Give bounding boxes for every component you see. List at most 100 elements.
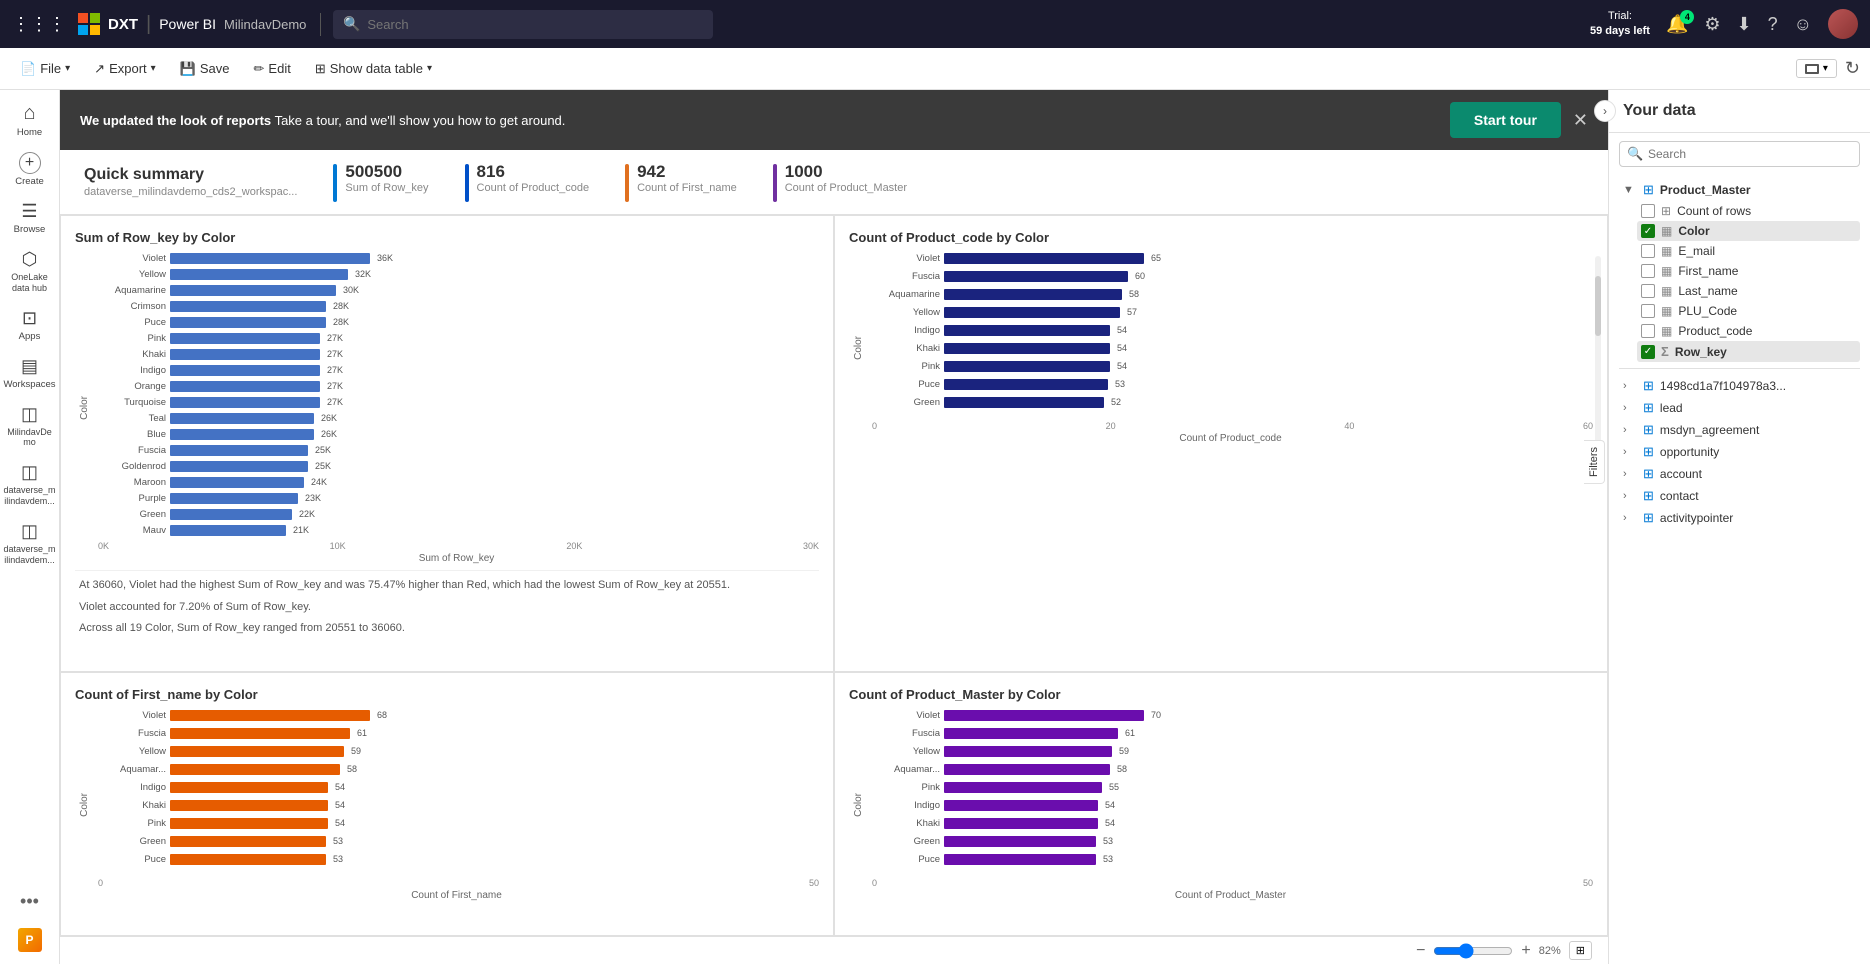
checkbox-product-code[interactable]: [1641, 324, 1655, 338]
avatar[interactable]: [1828, 9, 1858, 39]
zoom-plus-button[interactable]: +: [1521, 942, 1530, 960]
bar-value: 60: [1135, 271, 1145, 281]
chart4-area: Color Violet70Fuscia61Yellow59Aquamar...…: [849, 708, 1593, 901]
tree-root-node[interactable]: ▼ ⊞ Product_Master: [1619, 179, 1860, 201]
bar-row: Fuscia60: [868, 269, 1593, 283]
waffle-icon[interactable]: ⋮⋮⋮: [12, 14, 66, 35]
notification-icon[interactable]: 🔔 4: [1666, 14, 1688, 35]
sidebar-item-milindavdemo[interactable]: ◫ MilindavDe mo: [4, 398, 56, 455]
bar-row: Puce28K: [94, 315, 819, 329]
bar-label: Pink: [868, 782, 940, 793]
sidebar-item-dataverse2[interactable]: ◫ dataverse_m ilindavdem...: [4, 515, 56, 572]
tree-table-expand-msdyn: ›: [1623, 424, 1637, 436]
sidebar-item-workspaces[interactable]: ▤ Workspaces: [4, 350, 56, 396]
chart1-x-ticks: 0K10K20K30K: [94, 537, 819, 551]
bar-label: Indigo: [868, 800, 940, 811]
tree-field-count-rows[interactable]: ⊞ Count of rows: [1637, 201, 1860, 221]
tree-field-plu-code[interactable]: ▦ PLU_Code: [1637, 301, 1860, 321]
sidebar-item-home[interactable]: ⌂ Home: [4, 96, 56, 144]
tree-table-activitypointer[interactable]: › ⊞ activitypointer: [1619, 507, 1860, 529]
checkbox-last-name[interactable]: [1641, 284, 1655, 298]
panel-collapse-button[interactable]: ›: [1594, 100, 1616, 122]
tree-table-lead[interactable]: › ⊞ lead: [1619, 397, 1860, 419]
chart2-panel[interactable]: Count of Product_code by Color Color Vio…: [834, 215, 1608, 672]
table-icon-act: ⊞: [1643, 510, 1654, 526]
export-button[interactable]: ↗ Export ▾: [84, 56, 166, 82]
window-rect-icon: [1805, 64, 1819, 74]
table-label-lead: lead: [1660, 401, 1683, 415]
checkbox-first-name[interactable]: [1641, 264, 1655, 278]
zoom-slider[interactable]: [1433, 943, 1513, 959]
zoom-minus-button[interactable]: −: [1416, 942, 1425, 960]
field-label-last-name: Last_name: [1678, 284, 1737, 298]
tree-table-msdyn[interactable]: › ⊞ msdyn_agreement: [1619, 419, 1860, 441]
top-nav: ⋮⋮⋮ DXT | Power BI MilindavDemo 🔍 Trial:…: [0, 0, 1870, 48]
settings-icon[interactable]: ⚙: [1704, 14, 1720, 35]
bar-row: Yellow57: [868, 305, 1593, 319]
tree-table-opportunity[interactable]: › ⊞ opportunity: [1619, 441, 1860, 463]
start-tour-button[interactable]: Start tour: [1450, 102, 1561, 138]
chart4-panel[interactable]: Count of Product_Master by Color Color V…: [834, 672, 1608, 936]
field-icon-plu-code: ▦: [1661, 304, 1672, 318]
save-button[interactable]: 💾 Save: [170, 56, 240, 82]
checkbox-row-key[interactable]: ✓: [1641, 345, 1655, 359]
rp-search-input[interactable]: [1619, 141, 1860, 167]
file-button[interactable]: 📄 File ▾: [10, 56, 80, 82]
tree-field-color[interactable]: ✓ ▦ Color: [1637, 221, 1860, 241]
tree-table-contact[interactable]: › ⊞ contact: [1619, 485, 1860, 507]
chart4-title: Count of Product_Master by Color: [849, 687, 1593, 702]
sidebar-dots-button[interactable]: •••: [12, 883, 47, 920]
checkbox-color[interactable]: ✓: [1641, 224, 1655, 238]
chart2-x-ticks: 0204060: [868, 417, 1593, 431]
bar-label: Khaki: [868, 343, 940, 354]
sidebar-item-dataverse1[interactable]: ◫ dataverse_m ilindavdem...: [4, 456, 56, 513]
close-banner-button[interactable]: ✕: [1573, 110, 1588, 131]
tree-table-account[interactable]: › ⊞ account: [1619, 463, 1860, 485]
user-icon[interactable]: ☺: [1794, 14, 1812, 35]
bar-row: Yellow59: [868, 744, 1593, 758]
bar-row: Khaki27K: [94, 347, 819, 361]
bar-value: 21K: [293, 525, 309, 535]
create-icon: +: [19, 152, 41, 174]
checkbox-email[interactable]: [1641, 244, 1655, 258]
bar-value: 53: [1103, 836, 1113, 846]
tree-table-id[interactable]: › ⊞ 1498cd1a7f104978a3...: [1619, 375, 1860, 397]
tree-field-email[interactable]: ▦ E_mail: [1637, 241, 1860, 261]
chart4-bars: Violet70Fuscia61Yellow59Aquamar...58Pink…: [868, 708, 1593, 901]
chart3-panel[interactable]: Count of First_name by Color Color Viole…: [60, 672, 834, 936]
checkbox-plu-code[interactable]: [1641, 304, 1655, 318]
bar-value: 27K: [327, 397, 343, 407]
tree-field-last-name[interactable]: ▦ Last_name: [1637, 281, 1860, 301]
window-control[interactable]: ▾: [1796, 59, 1837, 78]
refresh-button[interactable]: ↻: [1845, 58, 1860, 79]
charts-grid: Sum of Row_key by Color Color Violet36KY…: [60, 215, 1608, 936]
tree-field-row-key[interactable]: ✓ Σ Row_key: [1637, 341, 1860, 362]
sidebar-item-create[interactable]: + Create: [4, 146, 56, 193]
bar-value: 27K: [327, 381, 343, 391]
help-icon[interactable]: ?: [1768, 14, 1778, 35]
bar-label: Purple: [94, 493, 166, 504]
ms-logo: [78, 13, 100, 35]
bar-row: Indigo54: [868, 798, 1593, 812]
sidebar-item-browse[interactable]: ☰ Browse: [4, 195, 56, 241]
fit-screen-button[interactable]: ⊞: [1569, 941, 1592, 960]
download-icon[interactable]: ⬇: [1737, 14, 1752, 35]
edit-button[interactable]: ✏ Edit: [244, 56, 301, 82]
show-data-button[interactable]: ⊞ Show data table ▾: [305, 56, 442, 82]
table-icon-lead: ⊞: [1643, 400, 1654, 416]
checkbox-count-rows[interactable]: [1641, 204, 1655, 218]
filters-tab[interactable]: Filters: [1584, 440, 1605, 484]
tree-field-product-code[interactable]: ▦ Product_code: [1637, 321, 1860, 341]
home-icon: ⌂: [23, 102, 35, 125]
workspace-name: MilindavDemo: [224, 17, 306, 32]
bar-label: Khaki: [94, 800, 166, 811]
tree-field-first-name[interactable]: ▦ First_name: [1637, 261, 1860, 281]
table-icon-opp: ⊞: [1643, 444, 1654, 460]
chart1-panel[interactable]: Sum of Row_key by Color Color Violet36KY…: [60, 215, 834, 672]
bar-label: Turquoise: [94, 397, 166, 408]
nav-search-input[interactable]: [333, 10, 713, 39]
sidebar-item-onelake[interactable]: ⬡ OneLake data hub: [4, 243, 56, 300]
bar-value: 22K: [299, 509, 315, 519]
bar-label: Blue: [94, 429, 166, 440]
sidebar-item-apps[interactable]: ⊡ Apps: [4, 302, 56, 348]
